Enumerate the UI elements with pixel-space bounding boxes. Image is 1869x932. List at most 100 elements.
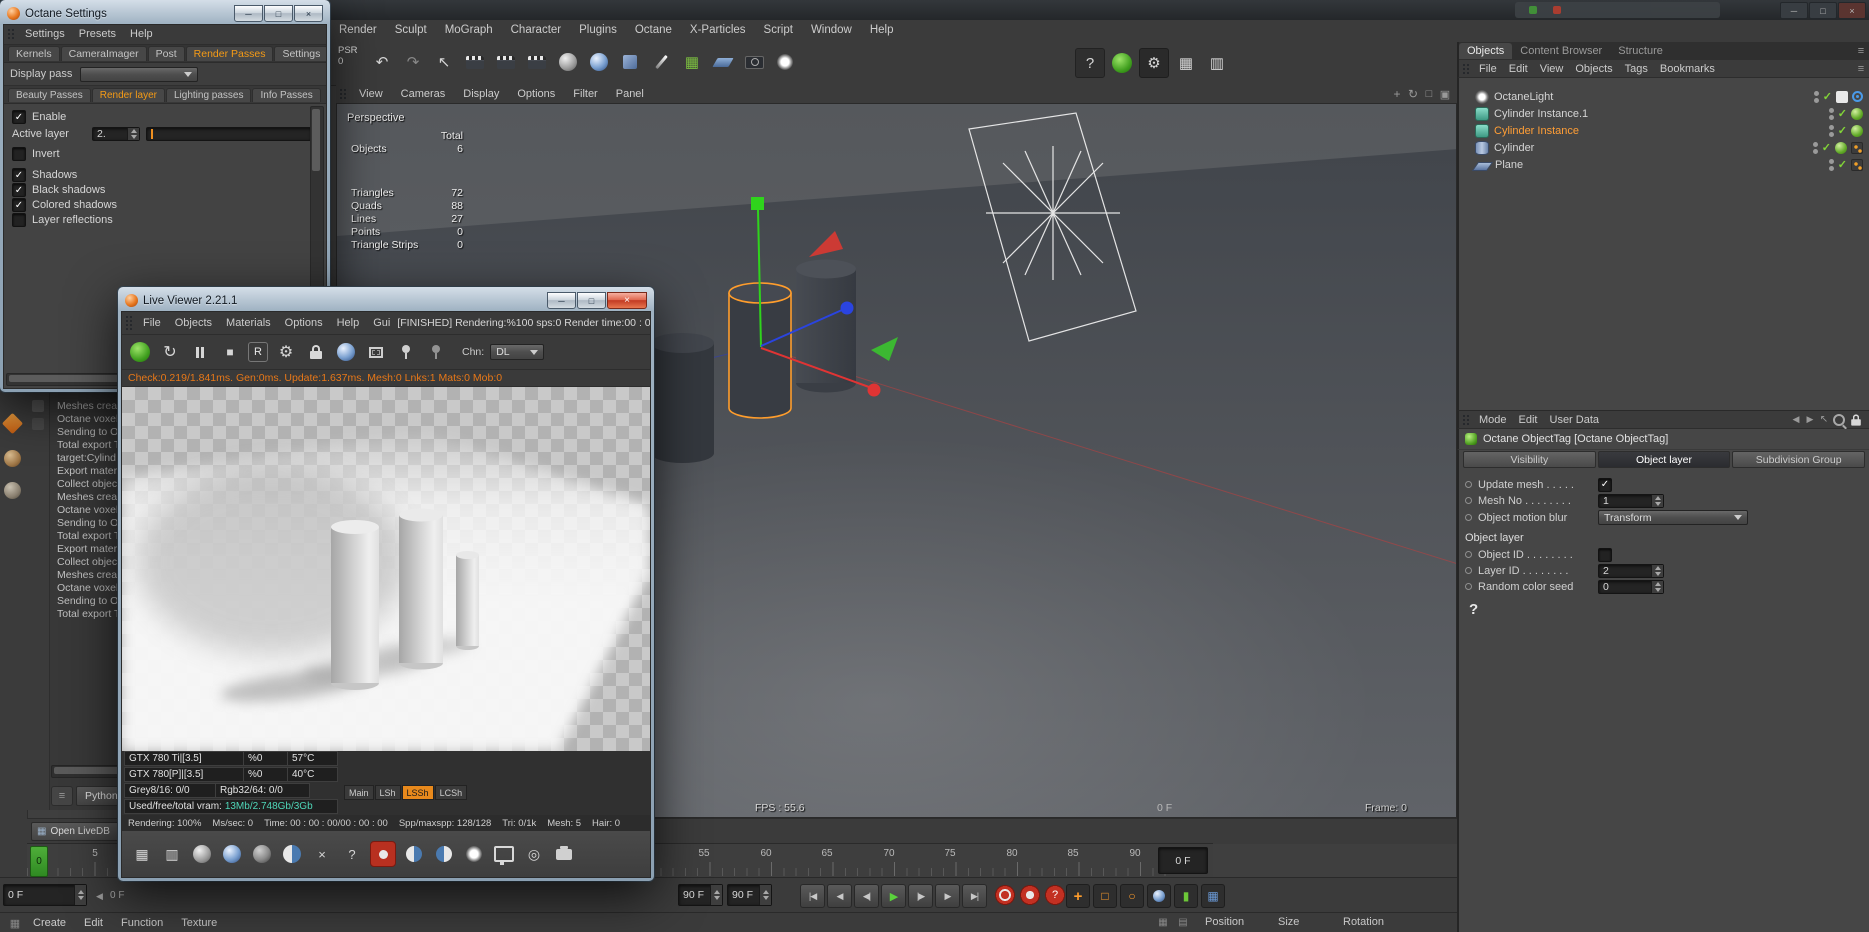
object-row-plane[interactable]: Plane ✓: [1459, 156, 1869, 173]
colored-shadows-checkbox[interactable]: [12, 198, 26, 212]
target-icon[interactable]: ◎: [522, 842, 546, 866]
display-icon[interactable]: [492, 842, 516, 866]
shuffle-icon[interactable]: ×: [310, 842, 334, 866]
lv-menu-materials[interactable]: Materials: [219, 312, 278, 334]
camera-icon[interactable]: [740, 48, 768, 76]
octane-material-icon[interactable]: [1, 412, 24, 435]
pin-icon[interactable]: [394, 340, 418, 364]
vp-menu-options[interactable]: Options: [508, 85, 564, 103]
invert-checkbox[interactable]: [12, 147, 26, 161]
os-menu-help[interactable]: Help: [123, 25, 160, 44]
attr-menu-mode[interactable]: Mode: [1473, 411, 1513, 429]
visibility-dots-icon[interactable]: [1812, 141, 1818, 154]
layer-tag-icon[interactable]: [1851, 158, 1863, 171]
array-icon[interactable]: ▦: [678, 48, 706, 76]
object-row-cylinder-instance1[interactable]: Cylinder Instance.1 ✓: [1459, 105, 1869, 122]
visibility-dots-icon[interactable]: [1828, 158, 1834, 171]
attr-menu-userdata[interactable]: User Data: [1544, 411, 1606, 429]
visibility-dots-icon[interactable]: [1828, 124, 1834, 137]
render-ball-icon[interactable]: [334, 340, 358, 364]
maximize-button[interactable]: □: [1809, 2, 1837, 19]
stepper-icon[interactable]: [710, 885, 722, 905]
attr-menu-edit[interactable]: Edit: [1513, 411, 1544, 429]
om-menu-bookmarks[interactable]: Bookmarks: [1654, 60, 1721, 78]
octane-tag-icon[interactable]: [1835, 141, 1847, 154]
grip-icon[interactable]: [1462, 414, 1470, 425]
render-image[interactable]: [122, 387, 650, 751]
redo-icon[interactable]: ↷: [399, 48, 427, 76]
half-sphere-icon[interactable]: [402, 842, 426, 866]
octane-logo-icon[interactable]: [128, 340, 152, 364]
console-log[interactable]: Meshes creati Octane voxeli Sending to O T…: [57, 400, 122, 621]
render-check-icon[interactable]: ✓: [1838, 107, 1847, 120]
search-icon[interactable]: [1831, 413, 1847, 427]
play-icon[interactable]: [881, 884, 906, 908]
nav-left-icon[interactable]: ◀: [1789, 413, 1803, 427]
active-layer-input[interactable]: [146, 127, 312, 141]
stepper-icon[interactable]: [1651, 494, 1663, 507]
key-position-icon[interactable]: [1066, 884, 1090, 908]
help-icon[interactable]: ?: [340, 842, 364, 866]
autokey-icon[interactable]: [1020, 885, 1040, 905]
sphere-primitive-icon[interactable]: [585, 48, 613, 76]
minimize-button[interactable]: ─: [234, 5, 263, 22]
help-icon[interactable]: ?: [1075, 48, 1105, 78]
enable-checkbox[interactable]: [12, 110, 26, 124]
tab-render-layer[interactable]: Render layer: [91, 87, 165, 102]
mesh-no-field[interactable]: 1: [1598, 493, 1664, 508]
stop-icon[interactable]: ■: [218, 340, 242, 364]
object-label[interactable]: OctaneLight: [1494, 91, 1553, 103]
light-icon[interactable]: [771, 48, 799, 76]
om-menu-tags[interactable]: Tags: [1619, 60, 1654, 78]
bb-menu-create[interactable]: Create: [24, 913, 75, 932]
grid-icon[interactable]: ▦: [1172, 49, 1200, 77]
update-mesh-checkbox[interactable]: [1598, 477, 1612, 492]
grid-icon[interactable]: ▦: [6, 915, 24, 931]
pan-view-icon[interactable]: +: [1389, 86, 1405, 102]
range-start-field[interactable]: 90 F: [678, 884, 723, 906]
shading-ball-icon[interactable]: [220, 842, 244, 866]
om-menu-file[interactable]: File: [1473, 60, 1503, 78]
layer-tag-icon[interactable]: [1851, 141, 1863, 154]
octane-logo-icon[interactable]: [1108, 49, 1136, 77]
channel-dropdown[interactable]: DL: [490, 344, 545, 360]
octane-tag-icon[interactable]: [1851, 124, 1863, 137]
menu-mograph[interactable]: MoGraph: [436, 20, 502, 41]
close-button[interactable]: ×: [1838, 2, 1866, 19]
shading-ball-icon[interactable]: [280, 842, 304, 866]
camera-label[interactable]: Perspective: [347, 112, 404, 124]
console-icon[interactable]: [32, 418, 44, 430]
anim-dot-icon[interactable]: [1465, 514, 1472, 521]
display-pass-dropdown[interactable]: [80, 66, 199, 82]
object-row-cylinder-instance[interactable]: Cylinder Instance ✓: [1459, 122, 1869, 139]
timeline-collapse-icon[interactable]: ◀: [96, 891, 103, 902]
tab-structure[interactable]: Structure: [1610, 43, 1671, 59]
tab-subdivision-group[interactable]: Subdivision Group: [1732, 451, 1866, 468]
object-label[interactable]: Cylinder: [1494, 142, 1534, 154]
render-check-icon[interactable]: ✓: [1823, 90, 1832, 103]
lock-icon[interactable]: [304, 340, 328, 364]
object-label-selected[interactable]: Cylinder Instance: [1494, 125, 1579, 137]
visibility-dots-icon[interactable]: [1828, 107, 1834, 120]
goto-start-icon[interactable]: [800, 884, 825, 908]
vp-menu-display[interactable]: Display: [454, 85, 508, 103]
key-rotation-icon[interactable]: [1120, 884, 1144, 908]
stepper-icon[interactable]: [759, 885, 771, 905]
grip-icon[interactable]: [1462, 63, 1470, 74]
maximize-button[interactable]: □: [264, 5, 293, 22]
object-label[interactable]: Cylinder Instance.1: [1494, 108, 1588, 120]
undo-icon[interactable]: ↶: [368, 48, 396, 76]
key-parameter-icon[interactable]: [1147, 884, 1171, 908]
lv-menu-options[interactable]: Options: [278, 312, 330, 334]
lv-menu-objects[interactable]: Objects: [168, 312, 219, 334]
anim-dot-icon[interactable]: [1465, 551, 1472, 558]
pointer-icon[interactable]: ↖: [1817, 413, 1831, 427]
nav-right-icon[interactable]: ▶: [1803, 413, 1817, 427]
grip-icon[interactable]: [339, 88, 347, 100]
keyframe-selection-icon[interactable]: [1045, 885, 1065, 905]
key-pla-icon[interactable]: [1174, 884, 1198, 908]
pause-icon[interactable]: [188, 340, 212, 364]
minimize-button[interactable]: ─: [1780, 2, 1808, 19]
pass-tab-lcsh[interactable]: LCSh: [434, 785, 468, 800]
material-ball-icon[interactable]: [4, 482, 21, 499]
